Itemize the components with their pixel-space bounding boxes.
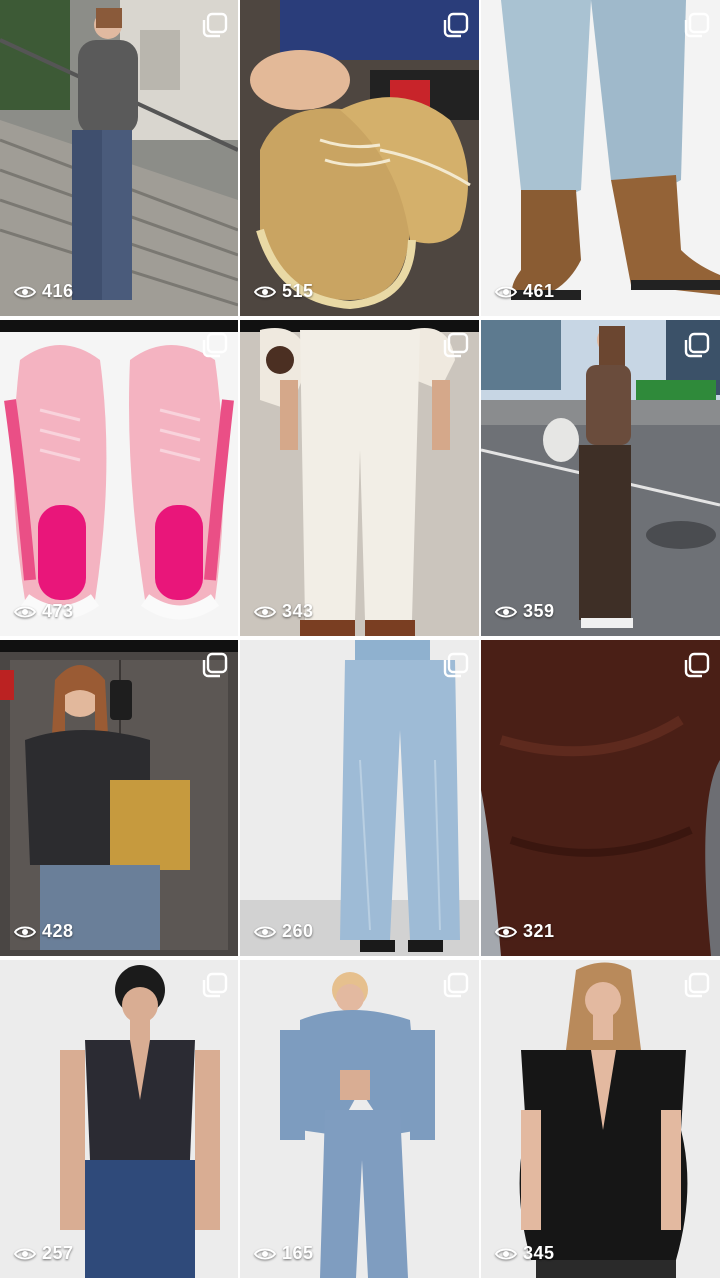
view-count-value: 416 <box>42 281 74 301</box>
view-count-value: 345 <box>523 1243 555 1263</box>
view-count: 359 <box>495 601 555 622</box>
multiple-posts-icon <box>443 332 469 358</box>
view-count: 321 <box>495 921 555 942</box>
eye-icon <box>495 286 517 297</box>
post-tile[interactable]: 473 <box>0 320 238 636</box>
post-tile[interactable]: 428 <box>0 640 238 956</box>
view-count: 165 <box>254 1243 314 1264</box>
post-tile[interactable]: 359 <box>481 320 720 636</box>
post-thumbnail <box>481 0 720 316</box>
view-count-value: 359 <box>523 601 555 621</box>
eye-icon <box>14 286 36 297</box>
post-thumbnail <box>0 960 238 1278</box>
post-thumbnail <box>240 0 479 316</box>
view-count-value: 260 <box>282 921 314 941</box>
view-count-value: 165 <box>282 1243 314 1263</box>
eye-icon <box>495 926 517 937</box>
post-thumbnail <box>481 320 720 636</box>
eye-icon <box>495 1248 517 1259</box>
eye-icon <box>14 606 36 617</box>
post-thumbnail <box>0 0 238 316</box>
post-thumbnail <box>240 640 479 956</box>
post-tile[interactable]: 461 <box>481 0 720 316</box>
post-tile[interactable]: 257 <box>0 960 238 1278</box>
post-thumbnail <box>0 320 238 636</box>
view-count-value: 343 <box>282 601 314 621</box>
eye-icon <box>14 1248 36 1259</box>
post-thumbnail <box>481 960 720 1278</box>
view-count-value: 473 <box>42 601 74 621</box>
post-tile[interactable]: 343 <box>240 320 479 636</box>
post-tile[interactable]: 165 <box>240 960 479 1278</box>
multiple-posts-icon <box>202 972 228 998</box>
post-thumbnail <box>0 640 238 956</box>
view-count-value: 257 <box>42 1243 74 1263</box>
multiple-posts-icon <box>684 972 710 998</box>
view-count-value: 461 <box>523 281 555 301</box>
post-tile[interactable]: 416 <box>0 0 238 316</box>
view-count-value: 428 <box>42 921 74 941</box>
view-count: 260 <box>254 921 314 942</box>
view-count-value: 321 <box>523 921 555 941</box>
eye-icon <box>254 286 276 297</box>
post-grid: 416 515 461 473 343 359 428 260 321 257 … <box>0 0 720 1280</box>
multiple-posts-icon <box>443 12 469 38</box>
multiple-posts-icon <box>202 12 228 38</box>
eye-icon <box>254 606 276 617</box>
post-tile[interactable]: 321 <box>481 640 720 956</box>
post-tile[interactable]: 260 <box>240 640 479 956</box>
post-tile[interactable]: 345 <box>481 960 720 1278</box>
multiple-posts-icon <box>684 652 710 678</box>
view-count-value: 515 <box>282 281 314 301</box>
view-count: 257 <box>14 1243 74 1264</box>
post-thumbnail <box>240 320 479 636</box>
eye-icon <box>254 1248 276 1259</box>
multiple-posts-icon <box>443 652 469 678</box>
post-thumbnail <box>240 960 479 1278</box>
view-count: 515 <box>254 281 314 302</box>
view-count: 416 <box>14 281 74 302</box>
post-thumbnail <box>481 640 720 956</box>
multiple-posts-icon <box>202 332 228 358</box>
multiple-posts-icon <box>684 12 710 38</box>
view-count: 461 <box>495 281 555 302</box>
multiple-posts-icon <box>202 652 228 678</box>
multiple-posts-icon <box>443 972 469 998</box>
view-count: 428 <box>14 921 74 942</box>
multiple-posts-icon <box>684 332 710 358</box>
view-count: 343 <box>254 601 314 622</box>
view-count: 473 <box>14 601 74 622</box>
view-count: 345 <box>495 1243 555 1264</box>
eye-icon <box>14 926 36 937</box>
post-tile[interactable]: 515 <box>240 0 479 316</box>
eye-icon <box>495 606 517 617</box>
eye-icon <box>254 926 276 937</box>
